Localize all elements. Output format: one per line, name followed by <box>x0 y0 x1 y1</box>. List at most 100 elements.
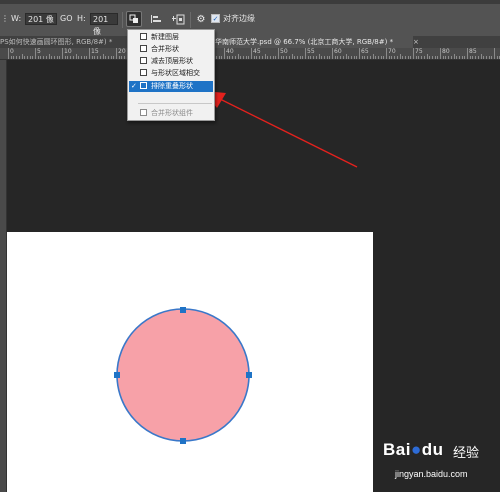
ruler-tick <box>494 48 495 59</box>
ruler-tick <box>323 56 325 59</box>
ruler-tick <box>107 56 109 59</box>
ruler-tick <box>269 56 271 59</box>
height-label: H: <box>77 14 86 23</box>
ruler-tick <box>264 54 266 59</box>
width-field[interactable]: 201 像 <box>25 13 57 25</box>
ruler-tick <box>437 56 439 59</box>
menu-item-merge-shape-components[interactable]: 合并形状组件 <box>129 108 213 118</box>
ruler-tick <box>278 48 279 59</box>
ruler-tick <box>445 56 447 59</box>
ruler-tick <box>226 56 228 59</box>
ruler-tick <box>305 48 306 59</box>
ruler-tick <box>391 56 393 59</box>
menu-item-combine-shapes[interactable]: 合并形状 <box>129 44 213 54</box>
ruler-tick <box>340 56 342 59</box>
tab-document-ring[interactable]: PS如何快速画圆环图形, RGB/8#) * <box>0 36 125 48</box>
intersect-shape-areas-icon <box>140 69 147 76</box>
ruler-tick <box>480 54 482 59</box>
tab-label: 华南师范大学.psd @ 66.7% (北京工商大学, RGB/8#) * <box>215 38 394 46</box>
merge-shape-components-icon <box>140 109 147 116</box>
ruler-tick <box>448 56 450 59</box>
document-canvas[interactable] <box>7 232 373 492</box>
ruler-tick <box>24 56 26 59</box>
ruler-tick <box>388 56 390 59</box>
path-arrangement-button[interactable] <box>170 11 186 27</box>
close-icon[interactable]: × <box>413 36 419 48</box>
menu-item-new-layer[interactable]: 新建图层 <box>129 32 213 42</box>
ruler-tick <box>86 56 88 59</box>
ruler-tick <box>248 56 250 59</box>
ruler-tick <box>35 48 36 59</box>
ruler-tick <box>89 48 90 59</box>
ruler-tick <box>396 56 398 59</box>
ruler-tick <box>429 56 431 59</box>
ruler-tick <box>450 56 452 59</box>
ruler-tick <box>26 56 28 59</box>
ruler-tick <box>377 56 379 59</box>
ruler-tick <box>402 56 404 59</box>
ruler-tick <box>110 56 112 59</box>
ruler-tick <box>97 56 99 59</box>
path-operations-menu: 新建图层 合并形状 减去顶层形状 与形状区域相交 ✓ 排除重叠形状 合并形状组件 <box>127 29 215 121</box>
menu-item-label: 新建图层 <box>151 33 179 41</box>
ruler-tick <box>294 56 296 59</box>
path-alignment-icon <box>151 15 161 23</box>
path-operations-button[interactable] <box>126 11 142 27</box>
menu-item-label: 排除重叠形状 <box>151 82 193 90</box>
ruler-tick <box>37 56 39 59</box>
height-field[interactable]: 201 像 <box>90 13 118 36</box>
menu-divider <box>138 103 212 104</box>
ruler-tick <box>458 56 460 59</box>
ruler-tick <box>283 56 285 59</box>
menu-item-subtract-front-shape[interactable]: 减去顶层形状 <box>129 56 213 66</box>
ruler-label: 45 <box>253 48 261 55</box>
ruler-tick <box>275 56 277 59</box>
ruler-tick <box>242 56 244 59</box>
ruler-label: 0 <box>10 48 14 55</box>
ruler-tick <box>32 56 34 59</box>
top-strip <box>0 0 500 4</box>
ruler-tick <box>467 48 468 59</box>
ruler-tick <box>359 48 360 59</box>
ruler-tick <box>67 56 69 59</box>
ruler-tick <box>83 56 85 59</box>
ruler-tick <box>43 56 45 59</box>
ruler-tick <box>267 56 269 59</box>
ruler-tick <box>483 56 485 59</box>
ruler-tick <box>237 54 239 59</box>
ruler-tick <box>251 48 252 59</box>
ruler-label: 55 <box>307 48 315 55</box>
gear-icon[interactable]: ⚙ <box>193 11 209 27</box>
ruler-label: 60 <box>334 48 342 55</box>
ruler-tick <box>16 56 18 59</box>
ruler-tick <box>350 56 352 59</box>
ruler-tick <box>334 56 336 59</box>
path-alignment-button[interactable] <box>148 11 164 27</box>
ruler-tick <box>302 56 304 59</box>
ruler-tick <box>221 56 223 59</box>
new-layer-icon <box>140 33 147 40</box>
ruler-tick <box>280 56 282 59</box>
ruler-tick <box>418 56 420 59</box>
menu-item-label: 合并形状 <box>151 45 179 53</box>
ruler-tick <box>62 48 63 59</box>
ruler-tick <box>286 56 288 59</box>
align-edges-checkbox[interactable]: ✓ <box>211 14 220 23</box>
ruler-tick <box>8 48 9 59</box>
paw-icon: ● <box>410 440 422 459</box>
ruler-tick <box>491 56 493 59</box>
menu-item-exclude-overlapping-shapes[interactable]: ✓ 排除重叠形状 <box>129 81 213 92</box>
ruler-tick <box>51 56 53 59</box>
ruler-label: 5 <box>37 48 41 55</box>
ruler-label: 85 <box>469 48 477 55</box>
menu-item-intersect-shape-areas[interactable]: 与形状区域相交 <box>129 68 213 78</box>
ruler-tick <box>78 56 80 59</box>
ruler-tick <box>372 54 374 59</box>
ruler-tick <box>80 56 82 59</box>
watermark-logo: Bai●du <box>383 440 444 460</box>
ruler-tick <box>353 56 355 59</box>
link-dimensions-icon[interactable]: GO <box>60 13 73 25</box>
path-operations-icon <box>129 14 138 23</box>
ruler-tick <box>399 54 401 59</box>
tab-document-active[interactable]: 华南师范大学.psd @ 66.7% (北京工商大学, RGB/8#) * <box>213 36 413 48</box>
